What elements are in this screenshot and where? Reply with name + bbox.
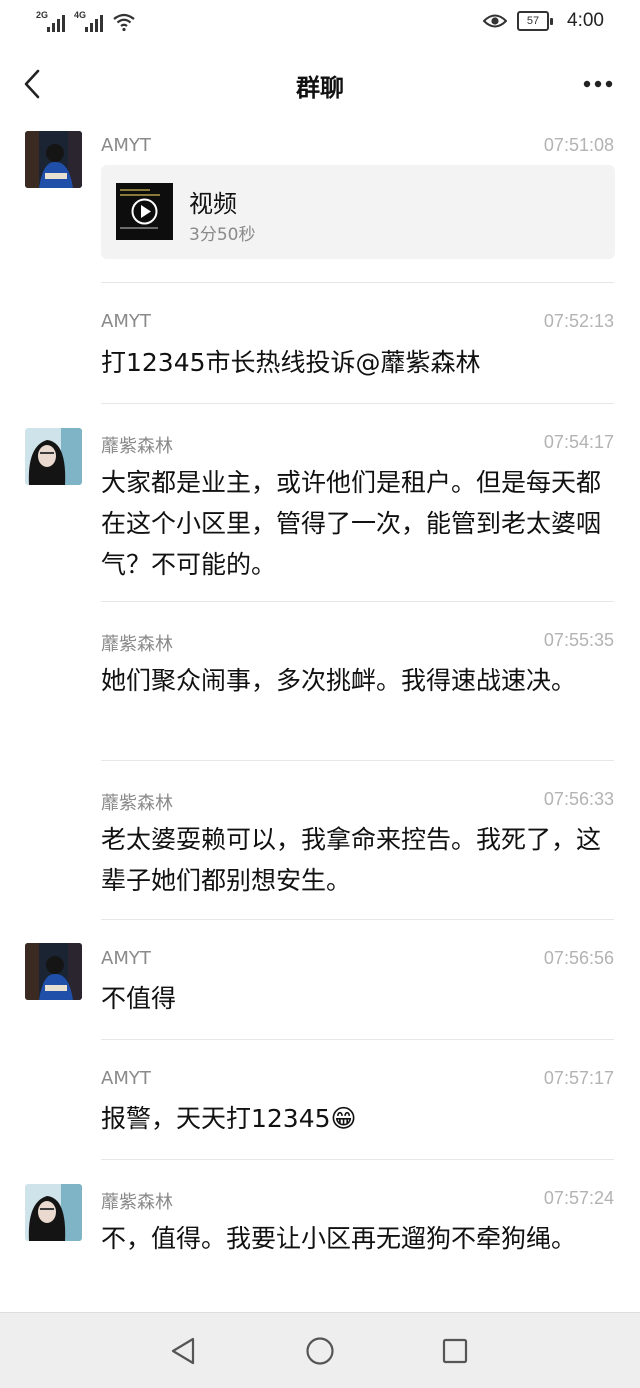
message-time: 07:56:33 (543, 789, 614, 809)
sender-name: 蘼紫森林 (101, 793, 173, 814)
avatar[interactable] (25, 943, 82, 1000)
message-time: 07:54:17 (543, 432, 614, 452)
sender-name: AMYT (101, 135, 151, 156)
eye-icon (483, 14, 508, 28)
avatar[interactable] (25, 1184, 82, 1241)
battery-icon: 57 (517, 11, 554, 31)
message-time: 07:51:08 (543, 135, 614, 155)
sender-name: 蘼紫森林 (101, 436, 173, 457)
message-time: 07:52:13 (543, 311, 614, 331)
signal-sim1-icon: 2G (36, 10, 66, 32)
sender-name: AMYT (101, 311, 151, 332)
video-message-card[interactable]: 视频 3分50秒 (101, 165, 615, 259)
wifi-icon (113, 13, 135, 32)
sender-name: AMYT (101, 1068, 151, 1089)
video-thumbnail (116, 183, 173, 240)
sender-name: 蘼紫森林 (101, 1192, 173, 1213)
message-text: 不，值得。我要让小区再无遛狗不牵狗绳。 (101, 1224, 577, 1253)
message-item: 蘼紫森林 07:56:33 老太婆耍赖可以，我拿命来控告。我死了，这辈子她们都别… (0, 760, 640, 920)
video-title: 视频 (189, 190, 237, 218)
message-text: 打12345市长热线投诉@蘼紫森林 (101, 348, 481, 377)
app-bar: 群聊 (0, 46, 640, 122)
message-item: AMYT 07:52:13 打12345市长热线投诉@蘼紫森林 (0, 283, 640, 404)
nav-back-icon[interactable] (163, 1333, 203, 1369)
avatar[interactable] (25, 428, 82, 485)
message-text: 不值得 (101, 984, 177, 1013)
sender-name: 蘼紫森林 (101, 634, 173, 655)
message-time: 07:57:17 (543, 1068, 614, 1088)
nav-recents-icon[interactable] (435, 1333, 475, 1369)
message-time: 07:56:56 (543, 948, 614, 968)
message-text: 大家都是业主，或许他们是租户。但是每天都在这个小区里，管得了一次，能管到老太婆咽… (101, 468, 602, 579)
message-text: 报警，天天打12345😁 (101, 1104, 357, 1133)
video-duration: 3分50秒 (189, 225, 256, 245)
message-item: AMYT 07:57:17 报警，天天打12345😁 (0, 1039, 640, 1160)
avatar[interactable] (25, 131, 82, 188)
clock: 4:00 (567, 10, 604, 31)
sender-name: AMYT (101, 948, 151, 969)
message-item: AMYT 07:56:56 不值得 (0, 919, 640, 1040)
message-item: 蘼紫森林 07:57:24 不，值得。我要让小区再无遛狗不牵狗绳。 (0, 1159, 640, 1312)
battery-level: 57 (526, 15, 540, 27)
message-time: 07:55:35 (543, 630, 614, 650)
message-text: 老太婆耍赖可以，我拿命来控告。我死了，这辈子她们都别想安生。 (101, 825, 602, 895)
system-navigation-bar (0, 1312, 640, 1388)
signal-sim2-icon: 4G (74, 10, 104, 32)
message-item: AMYT 07:51:08 视频 3分50秒 (0, 122, 640, 283)
status-bar: 2G 4G 57 4:00 (0, 0, 640, 46)
more-options-icon[interactable] (582, 74, 614, 94)
message-time: 07:57:24 (543, 1188, 614, 1208)
message-text: 她们聚众闹事，多次挑衅。我得速战速决。 (101, 666, 577, 695)
nav-home-icon[interactable] (300, 1333, 340, 1369)
message-item: 蘼紫森林 07:54:17 大家都是业主，或许他们是租户。但是每天都在这个小区里… (0, 403, 640, 602)
page-title: 群聊 (296, 74, 344, 102)
message-item: 蘼紫森林 07:55:35 她们聚众闹事，多次挑衅。我得速战速决。 (0, 601, 640, 761)
